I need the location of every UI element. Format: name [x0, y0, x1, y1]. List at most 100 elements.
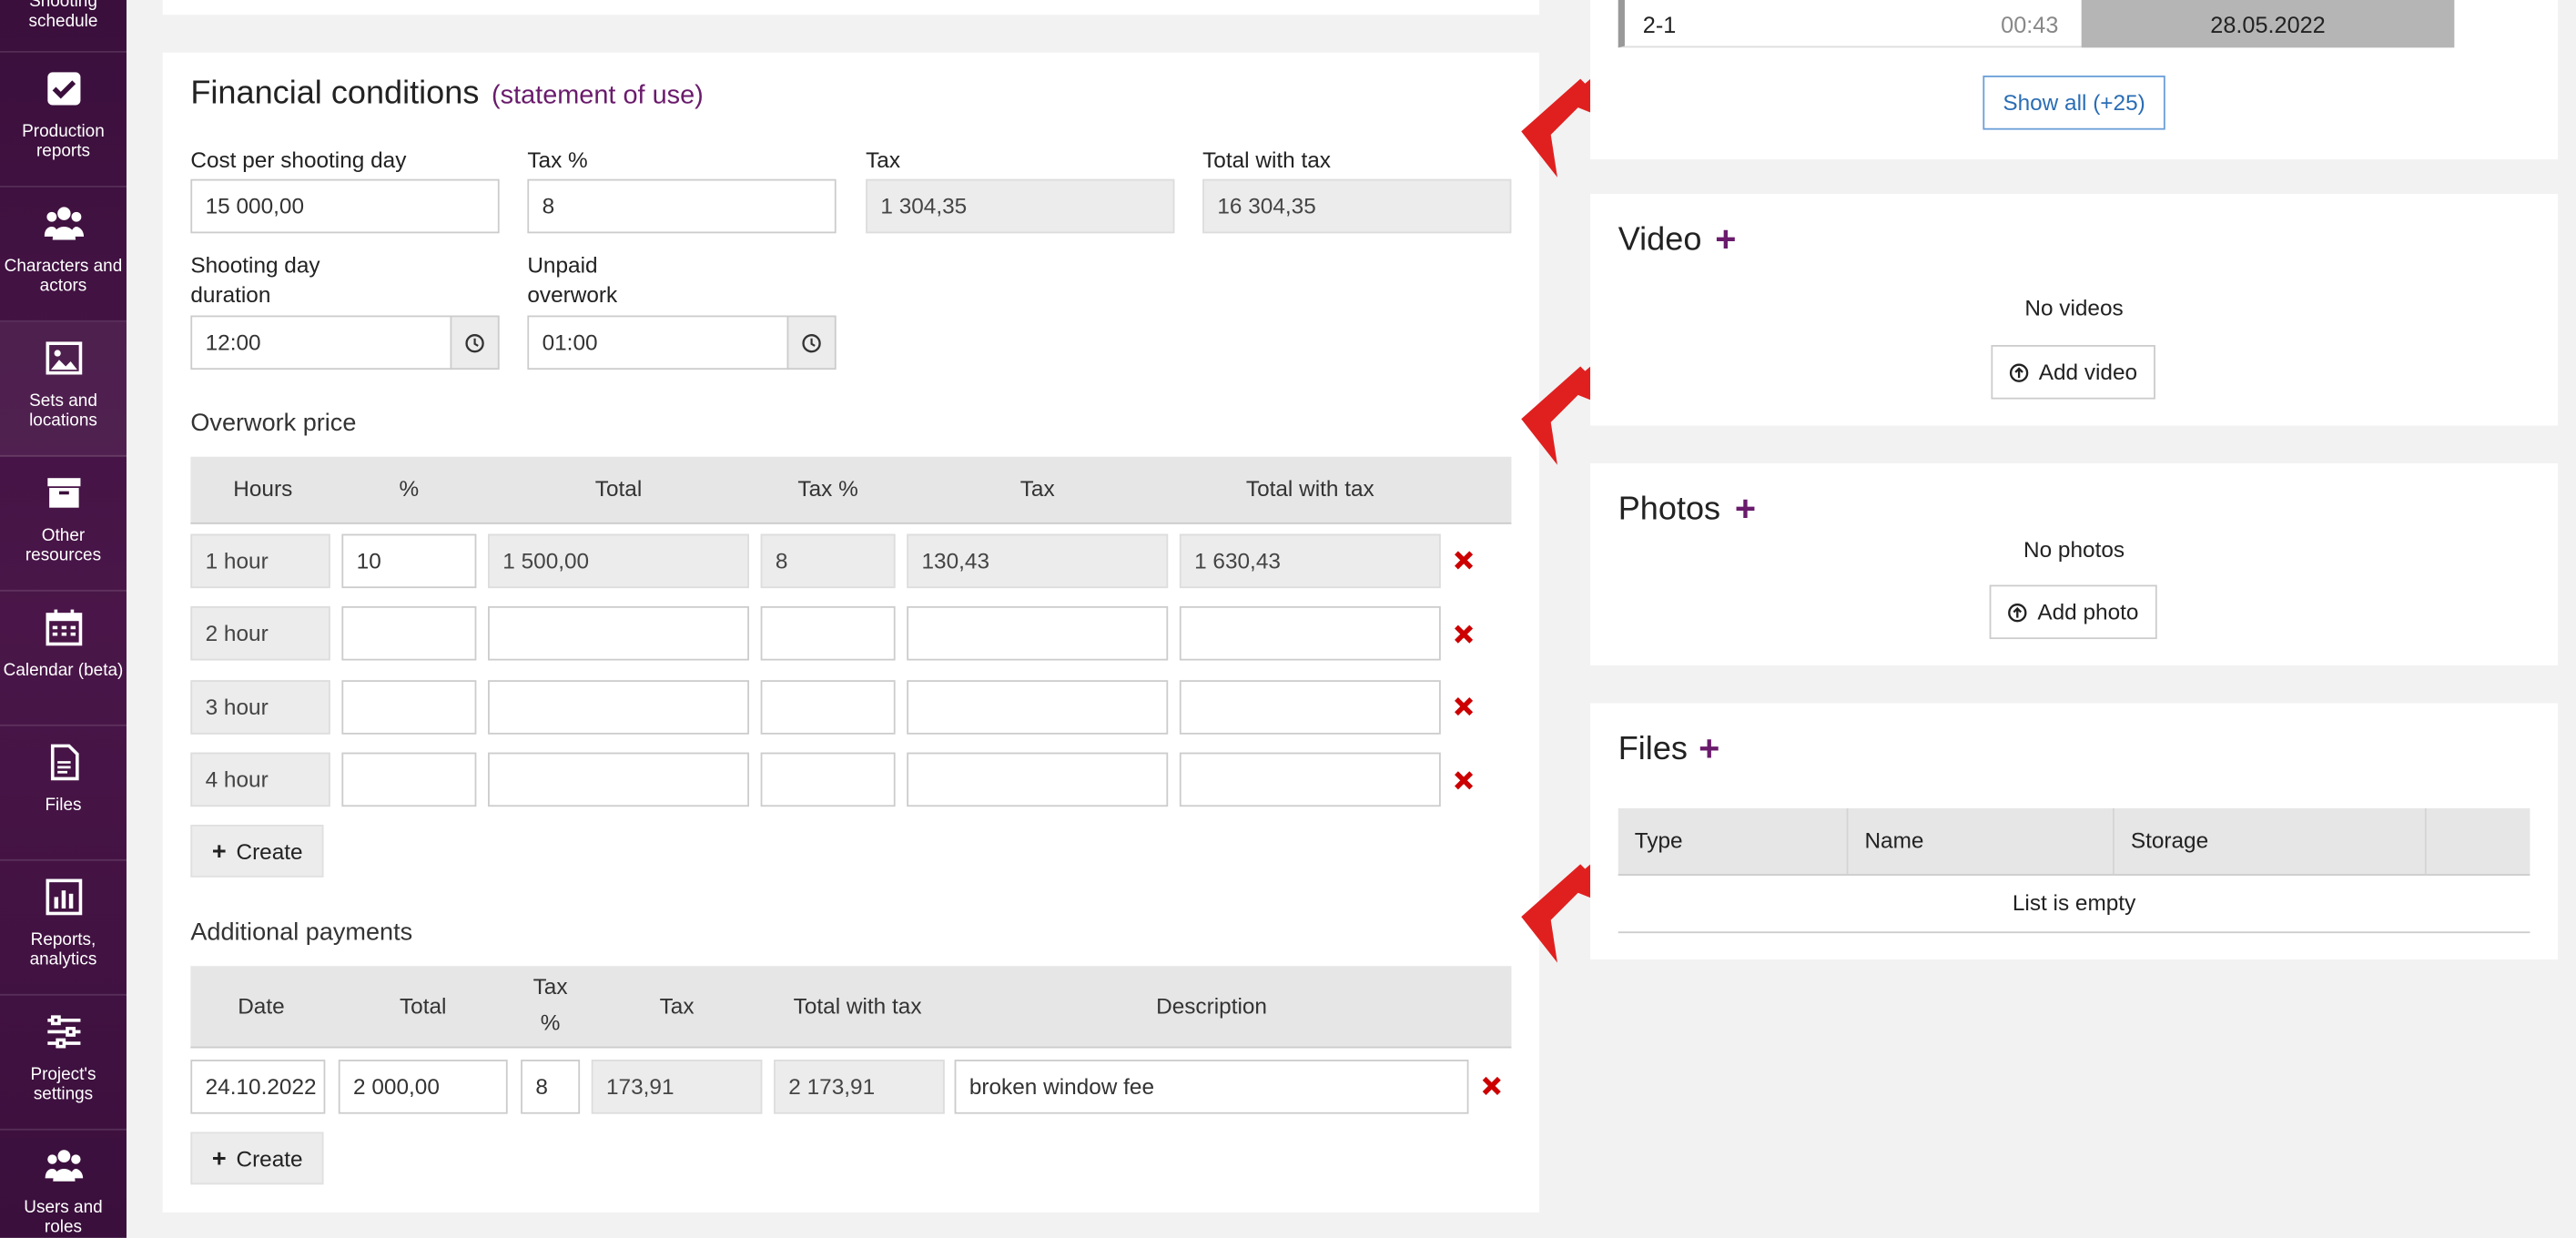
video-card: Video + No videos Add video: [1590, 193, 2559, 426]
people-icon: [43, 207, 84, 240]
image-icon: [45, 341, 82, 375]
row-total[interactable]: [488, 680, 749, 735]
sidebar-item-label: Users and roles: [24, 1197, 103, 1238]
create-overwork-button[interactable]: + Create: [190, 825, 325, 878]
row-percent-input[interactable]: 10: [341, 533, 477, 589]
cost-per-day-input[interactable]: 15 000,00: [190, 178, 500, 234]
row-total-with-tax[interactable]: [1179, 680, 1441, 735]
show-all-button[interactable]: Show all (+25): [1983, 76, 2165, 130]
col-tax-percent-line2: %: [540, 1010, 561, 1036]
upload-icon: [2009, 362, 2029, 381]
duration-clock-button[interactable]: [450, 315, 500, 370]
row-percent-input[interactable]: [341, 605, 477, 661]
row-hours: 4 hour: [190, 752, 330, 807]
payment-total-input[interactable]: 2 000,00: [338, 1060, 508, 1114]
shooting-duration-input[interactable]: 12:00: [190, 315, 452, 370]
files-card: Files + Type Name Storage List is empty: [1590, 703, 2559, 960]
sidebar-item-reports-analytics[interactable]: Reports, analytics: [0, 861, 127, 996]
sidebar-item-project-settings[interactable]: Project's settings: [0, 996, 127, 1131]
create-payment-button[interactable]: + Create: [190, 1131, 325, 1185]
create-label: Create: [236, 838, 303, 864]
row-hours: 2 hour: [190, 605, 330, 661]
schedule-row-date: 28.05.2022: [2081, 0, 2455, 48]
clock-icon: [465, 333, 484, 352]
calendar-icon: [45, 609, 82, 646]
payment-description-input[interactable]: broken window fee: [954, 1060, 1469, 1114]
sidebar-item-label: Calendar (beta): [3, 660, 124, 681]
add-video-plus-icon[interactable]: +: [1715, 221, 1736, 258]
add-photo-button[interactable]: Add photo: [1989, 584, 2157, 640]
payment-tax-percent-input[interactable]: 8: [521, 1060, 581, 1114]
sidebar-item-label: Shooting schedule: [28, 0, 98, 32]
unpaid-label: Unpaid overwork: [527, 251, 617, 310]
delete-row-button[interactable]: [1452, 623, 1475, 645]
add-file-plus-icon[interactable]: +: [1699, 730, 1719, 766]
row-total[interactable]: [488, 752, 749, 807]
sidebar-item-production-reports[interactable]: Production reports: [0, 53, 127, 188]
add-video-label: Add video: [2038, 360, 2138, 385]
row-total-with-tax[interactable]: [1179, 752, 1441, 807]
delete-row-button[interactable]: [1452, 769, 1475, 792]
unpaid-label-line1: Unpaid: [527, 252, 598, 279]
total-with-tax-label: Total with tax: [1202, 147, 1331, 173]
delete-row-button[interactable]: [1452, 549, 1475, 572]
cost-label: Cost per shooting day: [190, 147, 407, 173]
col-total-with-tax: Total with tax: [1245, 476, 1374, 502]
statement-of-use-link[interactable]: (statement of use): [492, 82, 704, 110]
col-tax-percent: Tax %: [797, 476, 858, 502]
schedule-card: 2-1 00:43 28.05.2022 Show all (+25): [1590, 0, 2559, 160]
col-storage: Storage: [2115, 807, 2427, 875]
tax-percent-label: Tax %: [527, 147, 588, 173]
sidebar-item-sets-locations[interactable]: Sets and locations: [0, 321, 127, 457]
sidebar-item-other-resources[interactable]: Other resources: [0, 457, 127, 592]
delete-row-button[interactable]: [1452, 695, 1475, 717]
sidebar-item-label: Files: [45, 795, 82, 816]
tax-readonly: 1 304,35: [866, 178, 1175, 234]
row-tax-percent[interactable]: [760, 680, 896, 735]
chart-icon: [45, 878, 82, 916]
unpaid-clock-button[interactable]: [786, 315, 837, 370]
sidebar: Shooting schedule Production reports Cha…: [0, 0, 127, 1238]
row-tax[interactable]: [907, 605, 1169, 661]
sidebar-item-users-roles[interactable]: Users and roles: [0, 1131, 127, 1238]
payment-tax: 173,91: [591, 1060, 763, 1114]
create-label: Create: [236, 1145, 303, 1171]
payment-date-input[interactable]: 24.10.2022: [190, 1060, 326, 1114]
col-total-with-tax: Total with tax: [793, 993, 922, 1019]
video-title: Video: [1618, 221, 1702, 259]
row-tax[interactable]: [907, 752, 1169, 807]
add-photo-plus-icon[interactable]: +: [1735, 491, 1756, 527]
row-hours: 1 hour: [190, 533, 330, 589]
financial-title: Financial conditions: [190, 76, 480, 112]
unpaid-overwork-input[interactable]: 01:00: [527, 315, 789, 370]
sidebar-item-files[interactable]: Files: [0, 726, 127, 861]
close-icon: [1455, 771, 1474, 790]
sidebar-item-calendar[interactable]: Calendar (beta): [0, 592, 127, 726]
sidebar-item-characters-actors[interactable]: Characters and actors: [0, 188, 127, 322]
upload-icon: [2008, 603, 2027, 622]
row-tax-percent[interactable]: [760, 605, 896, 661]
sidebar-item-label: Project's settings: [30, 1064, 96, 1104]
add-video-button[interactable]: Add video: [1991, 345, 2155, 400]
close-icon: [1455, 697, 1474, 716]
col-name: Name: [1848, 807, 2115, 875]
files-table-bottom-border: [1618, 931, 2530, 934]
schedule-row[interactable]: 2-1 00:43: [1618, 0, 2082, 48]
sidebar-item-label: Characters and actors: [4, 256, 123, 296]
delete-payment-button[interactable]: [1480, 1074, 1503, 1097]
col-tax-percent: Tax %: [519, 972, 582, 1038]
row-percent-input[interactable]: [341, 680, 477, 735]
row-percent-input[interactable]: [341, 752, 477, 807]
additional-table-header: Date Total Tax % Tax Total with tax Desc…: [190, 966, 1512, 1049]
photos-title: Photos: [1618, 491, 1721, 528]
close-icon: [1455, 551, 1474, 570]
tax-percent-input[interactable]: 8: [527, 178, 837, 234]
row-total-with-tax[interactable]: [1179, 605, 1441, 661]
sidebar-item-shooting-schedule[interactable]: Shooting schedule: [0, 0, 127, 53]
sidebar-item-label: Sets and locations: [29, 391, 97, 431]
col-tax: Tax: [659, 993, 695, 1019]
row-tax-percent[interactable]: [760, 752, 896, 807]
photos-card: Photos + No photos Add photo: [1590, 462, 2559, 665]
row-total[interactable]: [488, 605, 749, 661]
row-tax[interactable]: [907, 680, 1169, 735]
